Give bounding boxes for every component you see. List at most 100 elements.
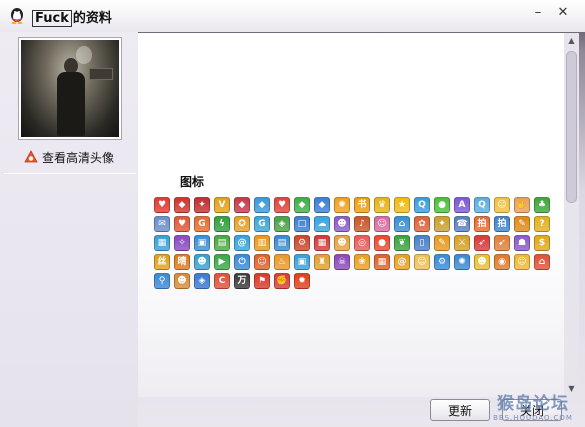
star-icon[interactable]: ★ (394, 197, 410, 213)
game-icon[interactable]: ◉ (494, 254, 510, 270)
fight-icon[interactable]: ✊ (274, 273, 290, 289)
silk-icon[interactable]: 丝 (154, 254, 170, 270)
tablet-icon[interactable]: ▯ (414, 235, 430, 251)
badge-icon[interactable]: ✪ (234, 216, 250, 232)
gear-icon[interactable]: ⚙ (434, 254, 450, 270)
sword-icon[interactable]: ⚔ (454, 235, 470, 251)
search-q-icon[interactable]: Q (414, 197, 430, 213)
girl-icon[interactable]: ☺ (414, 254, 430, 270)
minimize-button[interactable]: – (528, 3, 548, 21)
red-heart-icon[interactable]: ♥ (274, 197, 290, 213)
c-icon[interactable]: C (214, 273, 230, 289)
house-icon[interactable]: ⌂ (534, 254, 550, 270)
avatar-image (21, 40, 119, 137)
face-icon[interactable]: ☺ (494, 197, 510, 213)
heart-box-icon[interactable]: ♥ (174, 216, 190, 232)
scrollbar-thumb[interactable] (566, 51, 577, 203)
leaf-icon[interactable]: ❦ (394, 235, 410, 251)
pixel-icon[interactable]: ▦ (374, 254, 390, 270)
square-icon[interactable]: □ (294, 216, 310, 232)
diamond-icon[interactable]: ◆ (174, 197, 190, 213)
robot-icon[interactable]: ⚙ (294, 235, 310, 251)
avatar[interactable] (18, 37, 122, 140)
green-diamond-icon[interactable]: ◆ (294, 197, 310, 213)
smile-icon[interactable]: ☺ (514, 254, 530, 270)
figure-icon[interactable]: ☻ (194, 254, 210, 270)
monster-icon[interactable]: ☠ (334, 254, 350, 270)
search-person-icon[interactable]: ⚲ (154, 273, 170, 289)
flower-icon[interactable]: ✿ (414, 216, 430, 232)
play-icon[interactable]: ▶ (214, 254, 230, 270)
shield-icon[interactable]: ◈ (274, 216, 290, 232)
pat-blue-icon[interactable]: 拍 (494, 216, 510, 232)
monkey-icon[interactable]: ☻ (174, 273, 190, 289)
wan-icon[interactable]: 万 (234, 273, 250, 289)
tiles-icon[interactable]: ▤ (214, 235, 230, 251)
clover-icon[interactable]: ♣ (534, 197, 550, 213)
crown-icon[interactable]: ♛ (374, 197, 390, 213)
lamp-icon[interactable]: ✦ (434, 216, 450, 232)
scroll-icon[interactable]: ▤ (274, 235, 290, 251)
castle-icon[interactable]: ♜ (314, 254, 330, 270)
scroll-down-icon[interactable]: ▼ (564, 381, 579, 395)
blue-diamond-icon[interactable]: ◆ (314, 197, 330, 213)
app-icon[interactable]: A (454, 197, 470, 213)
close-button[interactable]: 关闭 (502, 399, 562, 421)
g-icon[interactable]: G (194, 216, 210, 232)
swirl-icon[interactable]: @ (234, 235, 250, 251)
qq-penguin-icon (11, 8, 23, 24)
refresh-button[interactable]: 更新 (430, 399, 490, 421)
power-icon[interactable]: ⏻ (234, 254, 250, 270)
scroll-up-icon[interactable]: ▲ (564, 33, 579, 47)
target-icon[interactable]: ◎ (354, 235, 370, 251)
doll-icon[interactable]: ☺ (374, 216, 390, 232)
cloud-icon[interactable]: ☁ (314, 216, 330, 232)
cheer-icon[interactable]: ☺ (254, 254, 270, 270)
qt-icon[interactable]: Q (474, 197, 490, 213)
pencil-icon[interactable]: ✎ (434, 235, 450, 251)
gem-icon[interactable]: ◆ (234, 197, 250, 213)
arrow-icon[interactable]: ➹ (494, 235, 510, 251)
book-icon[interactable]: 书 (354, 197, 370, 213)
card-icon[interactable]: ▣ (294, 254, 310, 270)
music-icon[interactable]: ♪ (354, 216, 370, 232)
ring-icon[interactable]: G (254, 216, 270, 232)
cat-icon[interactable]: ☻ (334, 235, 350, 251)
spiral-icon[interactable]: @ (394, 254, 410, 270)
orb-icon[interactable]: ● (374, 235, 390, 251)
dragon-icon[interactable]: ✺ (454, 254, 470, 270)
phone-icon[interactable]: ☎ (454, 216, 470, 232)
view-hd-avatar-link[interactable]: 查看高清头像 (24, 148, 114, 166)
bow-icon[interactable]: ➶ (474, 235, 490, 251)
home-icon[interactable]: ⌂ (394, 216, 410, 232)
hand-icon[interactable]: ✋ (514, 197, 530, 213)
coin-icon[interactable]: $ (534, 235, 550, 251)
flag-icon[interactable]: ✦ (194, 197, 210, 213)
pat-icon[interactable]: 拍 (474, 216, 490, 232)
box-icon[interactable]: ▣ (194, 235, 210, 251)
flag-red-icon[interactable]: ⚑ (254, 273, 270, 289)
crystal-icon[interactable]: ◆ (254, 197, 270, 213)
notebook-icon[interactable]: ▥ (254, 235, 270, 251)
question-icon[interactable]: ? (534, 216, 550, 232)
vip-icon[interactable]: V (214, 197, 230, 213)
mail-icon[interactable]: ✉ (154, 216, 170, 232)
horn-icon[interactable]: ✺ (334, 197, 350, 213)
close-window-button[interactable]: ✕ (553, 3, 573, 21)
wizard-icon[interactable]: ☗ (514, 235, 530, 251)
pin-icon[interactable]: ✧ (174, 235, 190, 251)
cup-icon[interactable]: ♨ (274, 254, 290, 270)
pack-icon[interactable]: ☻ (474, 254, 490, 270)
pet-icon[interactable]: ☻ (334, 216, 350, 232)
blocks-icon[interactable]: ▦ (154, 235, 170, 251)
heart-icon[interactable]: ♥ (154, 197, 170, 213)
vertical-scrollbar[interactable]: ▲ ▼ (564, 33, 579, 395)
paw-icon[interactable]: ❀ (354, 254, 370, 270)
sunny-icon[interactable]: 晴 (174, 254, 190, 270)
tag-icon[interactable]: ✎ (514, 216, 530, 232)
chat-icon[interactable]: ● (434, 197, 450, 213)
lightning-icon[interactable]: ϟ (214, 216, 230, 232)
guard-icon[interactable]: ◈ (194, 273, 210, 289)
panel-icon[interactable]: ▦ (314, 235, 330, 251)
fire-icon[interactable]: ✹ (294, 273, 310, 289)
